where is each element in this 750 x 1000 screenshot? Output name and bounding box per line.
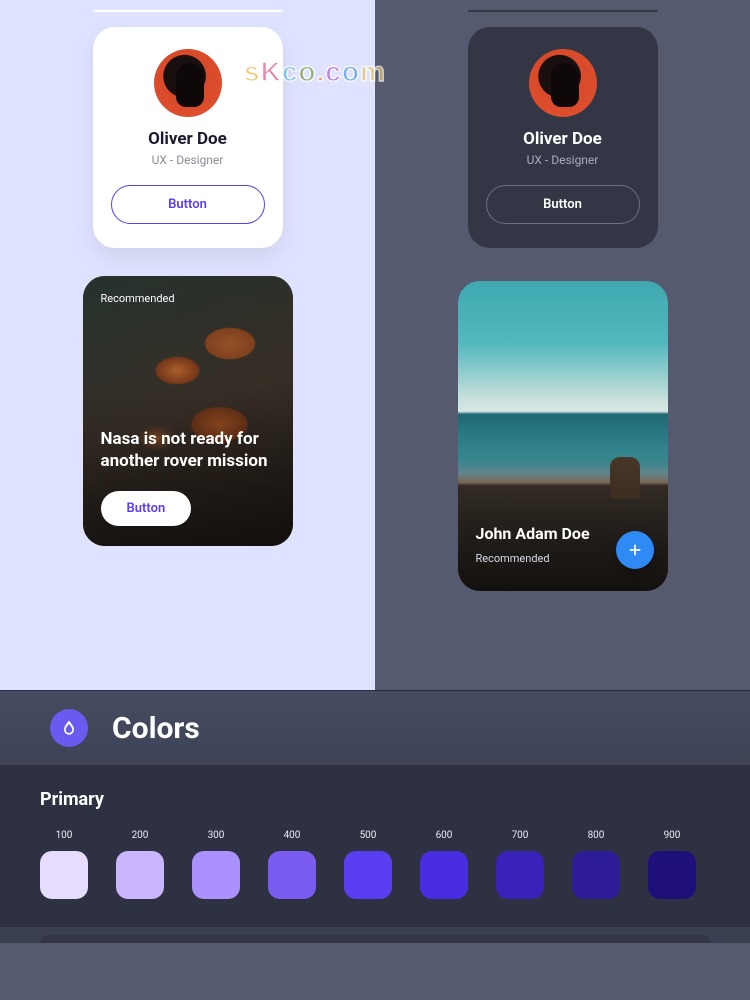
color-swatch[interactable] <box>192 851 240 899</box>
add-button[interactable] <box>616 531 654 569</box>
color-swatch[interactable] <box>116 851 164 899</box>
swatch-item: 600 <box>420 830 468 899</box>
color-swatch[interactable] <box>420 851 468 899</box>
profile-card-dark: Oliver Doe UX - Designer Button <box>468 27 658 248</box>
swatch-item: 700 <box>496 830 544 899</box>
droplet-icon <box>59 718 79 738</box>
card-stub <box>93 10 283 12</box>
swatch-label: 400 <box>284 830 301 841</box>
card-stub <box>468 10 658 12</box>
section-stub <box>40 935 710 943</box>
person-image-card: John Adam Doe Recommended <box>458 281 668 591</box>
article-button[interactable]: Button <box>101 491 192 526</box>
profile-button[interactable]: Button <box>486 185 640 224</box>
colors-header: Colors <box>0 691 750 765</box>
color-swatch[interactable] <box>648 851 696 899</box>
brand-badge <box>50 709 88 747</box>
plus-icon <box>627 542 643 558</box>
swatch-label: 500 <box>360 830 377 841</box>
swatch-item: 200 <box>116 830 164 899</box>
swatch-item: 900 <box>648 830 696 899</box>
article-card: Recommended Nasa is not ready for anothe… <box>83 276 293 546</box>
color-swatch[interactable] <box>40 851 88 899</box>
profile-name: Oliver Doe <box>523 129 602 149</box>
avatar <box>529 49 597 117</box>
swatch-item: 400 <box>268 830 316 899</box>
swatch-item: 300 <box>192 830 240 899</box>
swatch-item: 800 <box>572 830 620 899</box>
colors-title: Colors <box>112 711 200 746</box>
color-swatch[interactable] <box>344 851 392 899</box>
color-swatch[interactable] <box>268 851 316 899</box>
colors-section: Colors Primary 100 200 300 400 500 600 700 800 9… <box>0 690 750 943</box>
profile-card-light: Oliver Doe UX - Designer Button <box>93 27 283 248</box>
profile-button[interactable]: Button <box>111 185 265 224</box>
swatch-label: 300 <box>208 830 225 841</box>
swatch-row: 100 200 300 400 500 600 700 800 900 <box>40 830 710 899</box>
swatch-label: 900 <box>664 830 681 841</box>
person-tag: Recommended <box>476 552 550 565</box>
primary-palette: Primary 100 200 300 400 500 600 700 800 900 <box>0 765 750 927</box>
article-title: Nasa is not ready for another rover miss… <box>101 428 275 472</box>
swatch-item: 100 <box>40 830 88 899</box>
swatch-label: 600 <box>436 830 453 841</box>
color-swatch[interactable] <box>496 851 544 899</box>
swatch-item: 500 <box>344 830 392 899</box>
profile-role: UX - Designer <box>527 153 599 167</box>
card-showcase: Oliver Doe UX - Designer Button Recommen… <box>0 0 750 690</box>
swatch-label: 800 <box>588 830 605 841</box>
avatar <box>154 49 222 117</box>
swatch-label: 200 <box>132 830 149 841</box>
person-name: John Adam Doe <box>476 524 590 543</box>
dark-column: Oliver Doe UX - Designer Button John Ada… <box>375 0 750 690</box>
article-tag: Recommended <box>101 292 175 305</box>
palette-name: Primary <box>40 789 710 810</box>
color-swatch[interactable] <box>572 851 620 899</box>
profile-role: UX - Designer <box>152 153 224 167</box>
light-column: Oliver Doe UX - Designer Button Recommen… <box>0 0 375 690</box>
profile-name: Oliver Doe <box>148 129 227 149</box>
swatch-label: 100 <box>56 830 73 841</box>
swatch-label: 700 <box>512 830 529 841</box>
